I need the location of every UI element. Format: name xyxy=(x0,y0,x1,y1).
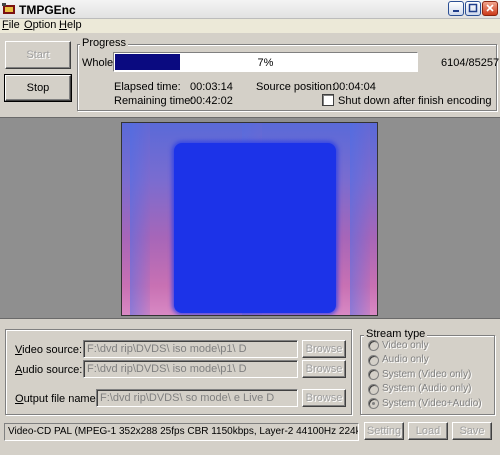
source-position-label: Source position: xyxy=(256,81,335,93)
shutdown-label[interactable]: Shut down after finish encoding xyxy=(338,95,492,107)
stream-type-radio[interactable] xyxy=(368,354,379,366)
start-button[interactable]: Start xyxy=(5,41,71,69)
stream-type-radio[interactable] xyxy=(368,340,379,351)
maximize-icon xyxy=(468,3,478,13)
remaining-time-value: 00:42:02 xyxy=(190,95,233,107)
audio-source-field[interactable]: F:\dvd rip\DVDS\ iso mode\p1\ D xyxy=(83,360,298,378)
stop-button[interactable]: Stop xyxy=(4,74,72,102)
menu-bar: File Option Help xyxy=(0,19,500,33)
video-preview xyxy=(121,122,378,316)
audio-source-label: Audio source: xyxy=(15,364,83,376)
title-bar[interactable]: TMPGEnc xyxy=(0,0,500,19)
output-format-status: Video-CD PAL (MPEG-1 352x288 25fps CBR 1… xyxy=(4,423,359,441)
elapsed-time-label: Elapsed time: xyxy=(114,81,181,93)
tmpgenc-app-icon xyxy=(2,3,15,14)
frame-counter: 6104/85257 xyxy=(441,57,500,69)
video-browse-button[interactable]: Browse xyxy=(302,340,346,358)
close-icon xyxy=(486,4,494,12)
minimize-button[interactable] xyxy=(448,1,464,16)
menu-option[interactable]: Option xyxy=(24,19,56,31)
output-file-label: Output file name: xyxy=(15,393,99,405)
maximize-button[interactable] xyxy=(465,1,481,16)
stream-type-option-label[interactable]: System (Video only) xyxy=(382,369,471,380)
stream-type-radio[interactable] xyxy=(368,383,379,395)
whole-label: Whole: xyxy=(82,57,117,69)
video-source-field[interactable]: F:\dvd rip\DVDS\ iso mode\p1\ D xyxy=(83,340,298,358)
stream-type-label: Stream type xyxy=(364,328,428,340)
close-button[interactable] xyxy=(482,1,498,16)
stream-type-radio[interactable] xyxy=(368,369,379,380)
video-frame-content xyxy=(174,143,336,313)
output-file-label-text: utput file name: xyxy=(23,393,99,405)
source-position-value: 00:04:04 xyxy=(333,81,376,93)
setting-button[interactable]: Setting xyxy=(364,422,404,440)
window-title: TMPGEnc xyxy=(19,3,76,17)
stream-type-option-label[interactable]: Video only xyxy=(382,340,429,351)
menu-file[interactable]: File xyxy=(2,19,20,31)
stream-type-radio[interactable] xyxy=(368,398,379,409)
progress-group-label: Progress xyxy=(80,37,129,49)
output-file-field[interactable]: F:\dvd rip\DVDS\ so mode\ e Live D xyxy=(96,389,298,407)
menu-help[interactable]: Help xyxy=(59,19,82,31)
minimize-icon xyxy=(453,10,459,12)
stream-type-option-label[interactable]: System (Audio only) xyxy=(382,383,471,394)
save-button[interactable]: Save xyxy=(452,422,492,440)
stream-type-option-label[interactable]: Audio only xyxy=(382,354,429,365)
audio-browse-button[interactable]: Browse xyxy=(302,360,346,378)
shutdown-checkbox[interactable] xyxy=(322,94,334,106)
remaining-time-label: Remaining time: xyxy=(114,95,194,107)
audio-source-label-text: udio source: xyxy=(22,364,83,376)
preview-area xyxy=(0,117,500,319)
elapsed-time-value: 00:03:14 xyxy=(190,81,233,93)
load-button[interactable]: Load xyxy=(408,422,448,440)
output-browse-button[interactable]: Browse xyxy=(302,389,346,407)
video-source-label-text: ideo source: xyxy=(22,344,83,356)
stream-type-option-label[interactable]: System (Video+Audio) xyxy=(382,398,482,409)
whole-progress-bar: 7% xyxy=(113,52,418,72)
progress-percent: 7% xyxy=(257,57,274,69)
video-source-label: Video source: xyxy=(15,344,83,356)
